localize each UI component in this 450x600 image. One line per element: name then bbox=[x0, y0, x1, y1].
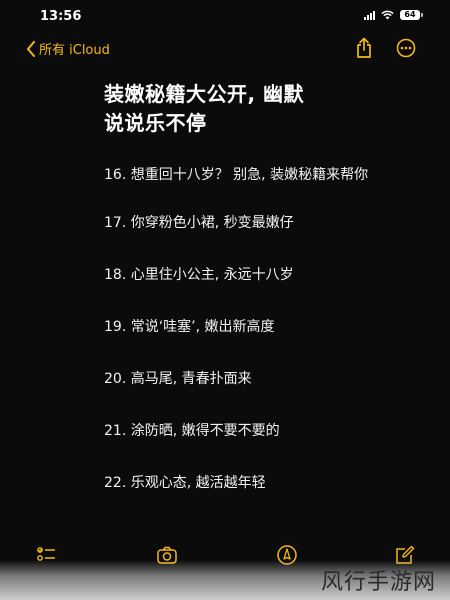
list-item: 16. 想重回十八岁？ 别急, 装嫩秘籍来帮你 bbox=[104, 167, 369, 183]
list-item: 22. 乐观心态, 越活越年轻 bbox=[104, 475, 266, 491]
wifi-icon bbox=[381, 10, 394, 20]
more-icon[interactable] bbox=[396, 38, 416, 58]
watermark-text: 风行手游网 bbox=[320, 570, 436, 595]
share-icon[interactable] bbox=[354, 37, 374, 59]
chevron-left-icon bbox=[27, 40, 35, 57]
back-button[interactable]: 所有 iCloud bbox=[26, 39, 110, 58]
note-title-line-1: 装嫩秘籍大公开, 幽默 bbox=[104, 82, 305, 106]
note-title-line-2: 说说乐不停 bbox=[104, 111, 207, 135]
list-item: 17. 你穿粉色小裙, 秒变最嫩仔 bbox=[104, 215, 294, 231]
status-time: 13:56 bbox=[40, 9, 82, 24]
note-title: 装嫩秘籍大公开, 幽默 说说乐不停 bbox=[104, 80, 394, 138]
note-body[interactable]: 装嫩秘籍大公开, 幽默 说说乐不停 16. 想重回十八岁？ 别急, 装嫩秘籍来帮… bbox=[104, 80, 394, 524]
list-item: 21. 涂防晒, 嫩得不要不要的 bbox=[104, 423, 280, 439]
list-item: 18. 心里住小公主, 永远十八岁 bbox=[104, 267, 294, 283]
note-list: 16. 想重回十八岁？ 别急, 装嫩秘籍来帮你 17. 你穿粉色小裙, 秒变最嫩… bbox=[104, 164, 394, 494]
nav-bar: 所有 iCloud bbox=[0, 32, 450, 66]
back-label: 所有 iCloud bbox=[39, 43, 110, 58]
signal-icon bbox=[364, 10, 375, 20]
list-item: 20. 高马尾, 青春扑面来 bbox=[104, 371, 252, 387]
list-item: 19. 常说‘哇塞’, 嫩出新高度 bbox=[104, 319, 275, 335]
battery-icon: 64 bbox=[400, 10, 423, 20]
status-bar: 13:56 64 bbox=[0, 0, 450, 32]
status-icons: 64 bbox=[364, 10, 423, 20]
